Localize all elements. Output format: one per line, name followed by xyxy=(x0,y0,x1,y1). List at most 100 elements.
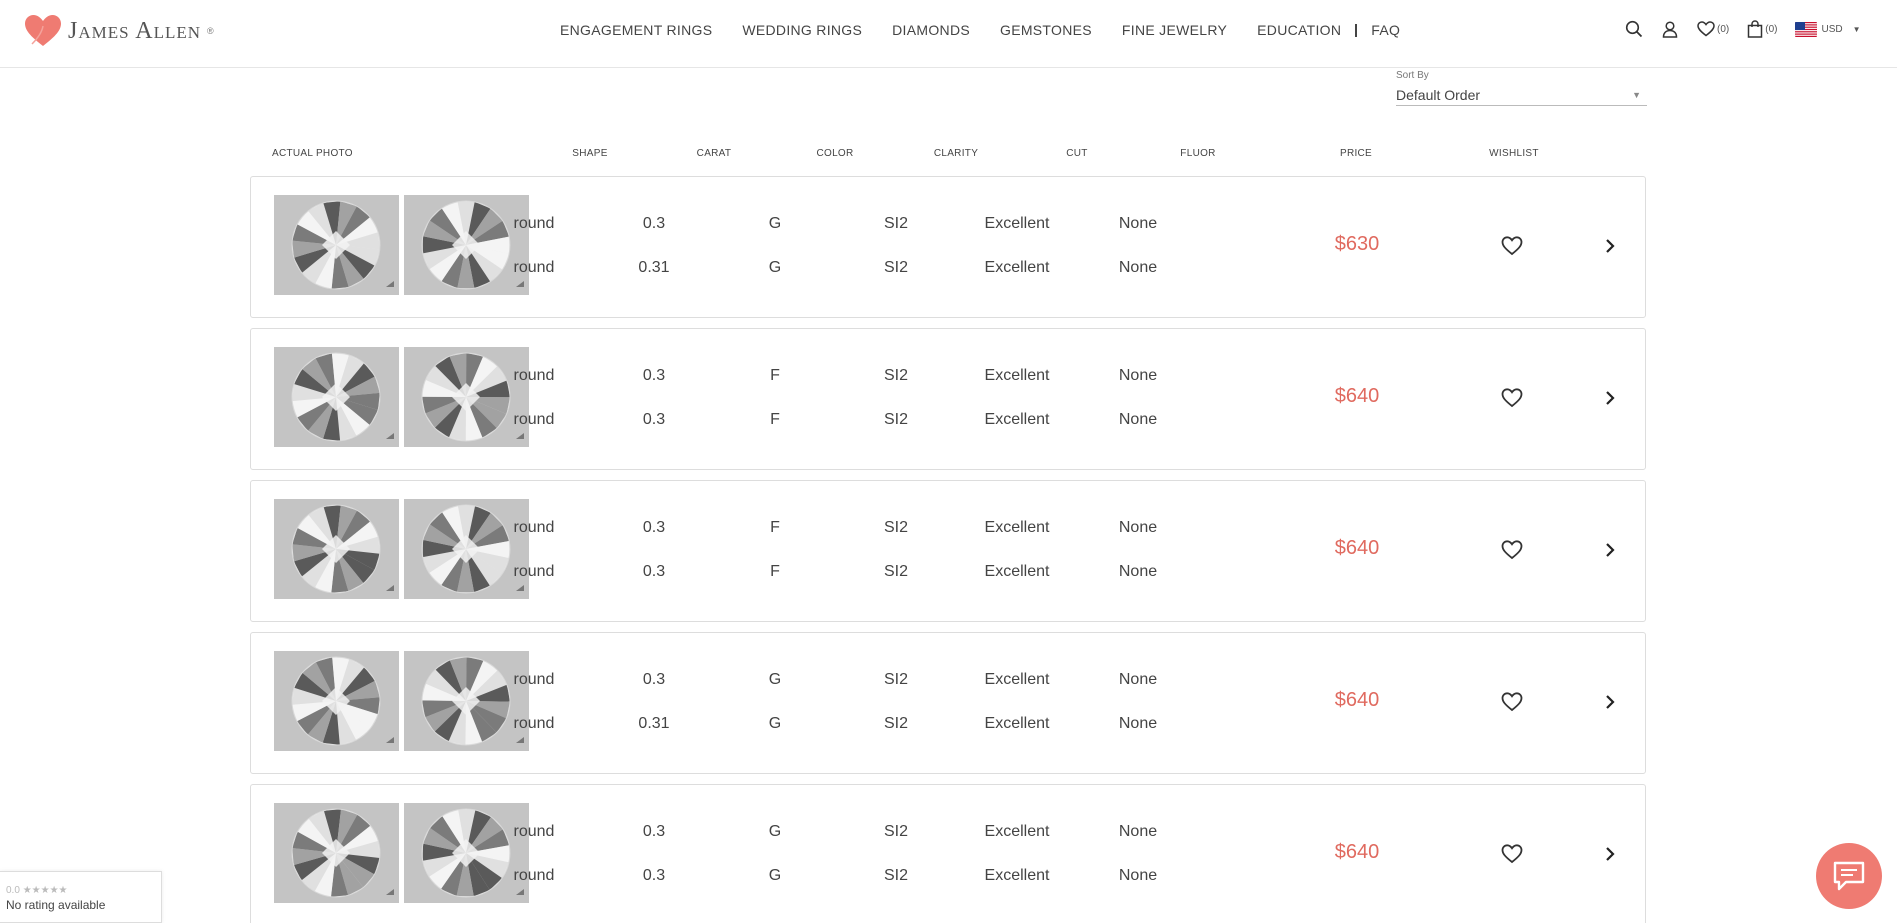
view-details-button[interactable] xyxy=(1604,541,1616,564)
diamond-photo[interactable] xyxy=(274,803,399,903)
rating-stars: 0.0 ★★★★★ xyxy=(6,885,155,896)
diamond-photo[interactable] xyxy=(274,347,399,447)
header-actions: (0) (0) USD ▼ xyxy=(1625,20,1879,38)
diamond-photo[interactable] xyxy=(274,651,399,751)
cell-fluor: None xyxy=(1118,715,1158,732)
nav-gemstones[interactable]: GEMSTONES xyxy=(1000,22,1092,38)
diamond-photo[interactable] xyxy=(404,347,529,447)
cell-shape: round xyxy=(513,671,555,688)
cell-carat: 0.3 xyxy=(642,367,666,384)
chevron-right-icon xyxy=(1606,543,1615,557)
rating-stars-icon: ★★★★★ xyxy=(22,885,68,896)
brand-logo[interactable]: James Allen ® xyxy=(24,14,214,48)
diamond-pair-row[interactable]: round 0.3 G SI2 Excellent None round 0.3 G SI2 Exc… xyxy=(250,784,1646,923)
cell-carat: 0.3 xyxy=(642,215,666,232)
cell-cut: Excellent xyxy=(984,823,1050,840)
cell-carat: 0.31 xyxy=(638,715,670,732)
cell-clarity: SI2 xyxy=(883,671,908,688)
rating-score: 0.0 xyxy=(6,885,20,896)
col-header-carat: CARAT xyxy=(696,148,732,159)
cell-color: G xyxy=(768,671,782,688)
col-header-color: COLOR xyxy=(816,148,854,159)
cell-fluor: None xyxy=(1118,671,1158,688)
view-details-button[interactable] xyxy=(1604,845,1616,868)
cell-cut: Excellent xyxy=(984,259,1050,276)
pair-price: $640 xyxy=(1334,841,1380,863)
nav-faq[interactable]: FAQ xyxy=(1371,22,1400,38)
wishlist-button[interactable] xyxy=(1501,692,1523,717)
cell-shape: round xyxy=(513,715,555,732)
cart-button[interactable]: (0) xyxy=(1747,20,1777,38)
col-header-wishlist: WISHLIST xyxy=(1489,148,1539,159)
cell-carat: 0.31 xyxy=(638,259,670,276)
cell-shape: round xyxy=(513,823,555,840)
brand-name: James Allen xyxy=(68,17,202,44)
search-icon xyxy=(1625,20,1643,38)
account-button[interactable] xyxy=(1661,20,1679,38)
cart-count: (0) xyxy=(1765,23,1778,35)
cell-fluor: None xyxy=(1118,519,1158,536)
cell-fluor: None xyxy=(1118,215,1158,232)
view-details-button[interactable] xyxy=(1604,389,1616,412)
chat-button[interactable] xyxy=(1816,843,1882,909)
nav-engagement-rings[interactable]: ENGAGEMENT RINGS xyxy=(560,22,712,38)
cell-carat: 0.3 xyxy=(642,411,666,428)
cell-clarity: SI2 xyxy=(883,411,908,428)
diamond-photo[interactable] xyxy=(404,803,529,903)
cell-fluor: None xyxy=(1118,867,1158,884)
chevron-right-icon xyxy=(1606,847,1615,861)
cell-color: G xyxy=(768,259,782,276)
wishlist-button[interactable] xyxy=(1501,844,1523,869)
col-header-photo: ACTUAL PHOTO xyxy=(272,148,353,159)
wishlist-button[interactable] xyxy=(1501,540,1523,565)
cell-clarity: SI2 xyxy=(883,367,908,384)
col-header-clarity[interactable]: CLARITY xyxy=(926,148,986,159)
cell-carat: 0.3 xyxy=(642,867,666,884)
wishlist-button[interactable] xyxy=(1501,388,1523,413)
cell-clarity: SI2 xyxy=(883,259,908,276)
pair-price: $630 xyxy=(1334,233,1380,255)
diamond-photo[interactable] xyxy=(404,651,529,751)
search-button[interactable] xyxy=(1625,20,1643,38)
chevron-right-icon xyxy=(1606,695,1615,709)
diamond-photo[interactable] xyxy=(274,195,399,295)
wishlist-header-button[interactable]: (0) xyxy=(1697,21,1729,37)
diamond-pair-row[interactable]: round 0.3 F SI2 Excellent None round 0.3 F SI2 Exc… xyxy=(250,328,1646,470)
nav-fine-jewelry[interactable]: FINE JEWELRY xyxy=(1122,22,1227,38)
view-details-button[interactable] xyxy=(1604,693,1616,716)
diamond-photo[interactable] xyxy=(404,195,529,295)
sort-caret-icon: ▼ xyxy=(1632,89,1641,100)
view-details-button[interactable] xyxy=(1604,237,1616,260)
cell-clarity: SI2 xyxy=(883,715,908,732)
cell-clarity: SI2 xyxy=(883,563,908,580)
cell-color: F xyxy=(770,563,780,580)
heart-logo-icon xyxy=(25,15,61,46)
diamond-pair-row[interactable]: round 0.3 G SI2 Excellent None round 0.31 G SI2 Ex… xyxy=(250,176,1646,318)
cell-cut: Excellent xyxy=(984,563,1050,580)
diamond-pair-row[interactable]: round 0.3 G SI2 Excellent None round 0.31 G SI2 Ex… xyxy=(250,632,1646,774)
diamond-photo[interactable] xyxy=(404,499,529,599)
heart-icon xyxy=(1697,21,1715,37)
cell-clarity: SI2 xyxy=(883,215,908,232)
nav-diamonds[interactable]: DIAMONDS xyxy=(892,22,970,38)
cell-color: G xyxy=(768,823,782,840)
chevron-right-icon xyxy=(1606,391,1615,405)
cell-clarity: SI2 xyxy=(883,867,908,884)
cell-shape: round xyxy=(513,367,555,384)
rating-widget[interactable]: 0.0 ★★★★★ No rating available xyxy=(0,871,162,923)
cell-cut: Excellent xyxy=(984,411,1050,428)
cell-cut: Excellent xyxy=(984,519,1050,536)
cell-cut: Excellent xyxy=(984,671,1050,688)
diamond-pair-row[interactable]: round 0.3 F SI2 Excellent None round 0.3 F SI2 Exc… xyxy=(250,480,1646,622)
cell-carat: 0.3 xyxy=(642,671,666,688)
shopping-bag-icon xyxy=(1747,20,1763,38)
cell-color: G xyxy=(768,867,782,884)
nav-wedding-rings[interactable]: WEDDING RINGS xyxy=(742,22,862,38)
sort-select[interactable]: Default Order ▼ xyxy=(1396,84,1647,106)
cell-color: F xyxy=(770,519,780,536)
wishlist-button[interactable] xyxy=(1501,236,1523,261)
currency-caret-icon: ▼ xyxy=(1852,24,1861,34)
currency-selector[interactable]: USD ▼ xyxy=(1795,21,1861,37)
nav-education[interactable]: EDUCATION xyxy=(1257,22,1341,38)
diamond-photo[interactable] xyxy=(274,499,399,599)
